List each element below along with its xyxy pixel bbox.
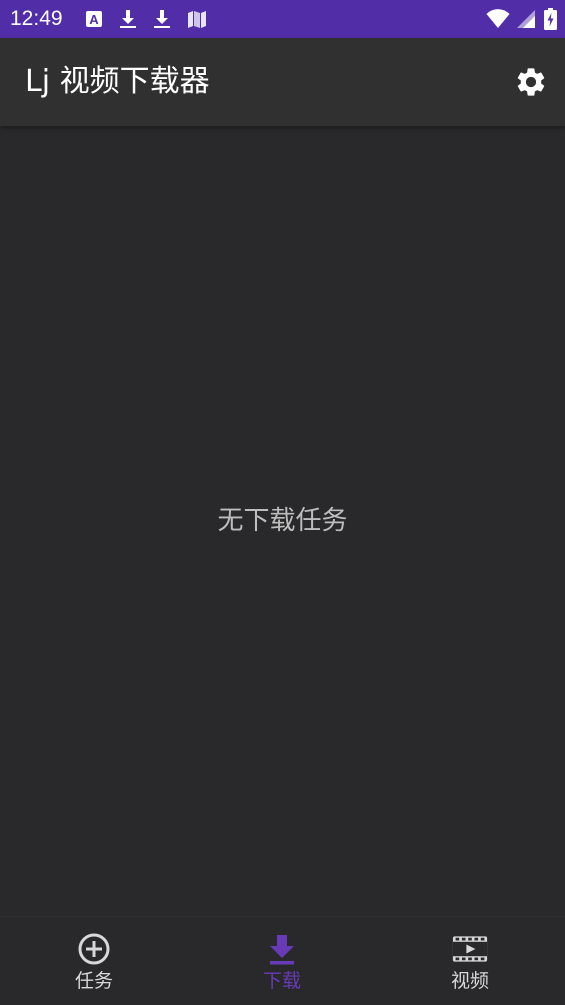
bottom-navigation: 任务 下载 视频 [0, 916, 565, 1004]
download-icon [264, 931, 300, 967]
add-circle-icon [76, 931, 112, 967]
nav-label-tasks: 任务 [74, 970, 113, 992]
map-icon [187, 9, 207, 29]
svg-text:A: A [89, 12, 99, 27]
nav-item-tasks[interactable]: 任务 [0, 917, 188, 1005]
system-status-icons [486, 8, 557, 30]
status-time: 12:49 [10, 7, 63, 30]
translate-a-icon: A [85, 9, 103, 29]
gear-icon [514, 65, 548, 99]
nav-item-videos[interactable]: 视频 [376, 917, 564, 1005]
movie-icon [452, 931, 488, 967]
download-list-area: 无下载任务 [0, 126, 565, 916]
battery-charging-icon [544, 8, 557, 30]
wifi-icon [486, 9, 510, 29]
download-icon [153, 9, 171, 29]
empty-state-message: 无下载任务 [217, 506, 348, 536]
signal-icon [516, 9, 536, 29]
download-icon [119, 9, 137, 29]
status-bar: 12:49 A [0, 0, 565, 38]
nav-item-downloads[interactable]: 下载 [188, 917, 376, 1005]
nav-label-downloads: 下载 [262, 970, 301, 992]
nav-label-videos: 视频 [450, 970, 489, 992]
app-bar: Lj 视频下载器 [0, 38, 565, 126]
settings-button[interactable] [509, 60, 553, 104]
app-title: Lj 视频下载器 [25, 64, 210, 99]
